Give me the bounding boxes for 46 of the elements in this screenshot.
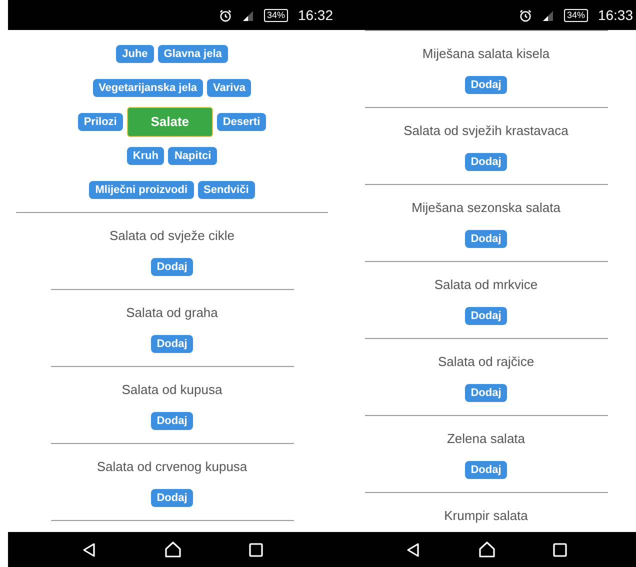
alarm-clock-icon xyxy=(518,8,532,22)
category-tab[interactable]: Glavna jela xyxy=(158,45,228,63)
add-button[interactable]: Dodaj xyxy=(464,384,508,402)
add-button[interactable]: Dodaj xyxy=(464,153,508,171)
back-icon[interactable] xyxy=(81,542,98,558)
dish-name: Salata od svježe cikle xyxy=(109,228,234,244)
signal-icon xyxy=(542,9,554,21)
alarm-clock-icon xyxy=(218,8,232,22)
add-button[interactable]: Dodaj xyxy=(150,335,194,353)
dish-name: Salata od rajčice xyxy=(438,354,534,370)
dish-name: Salata od mrkvice xyxy=(434,277,538,293)
dish-name: Zelena salata xyxy=(446,431,526,447)
category-tab[interactable]: Napitci xyxy=(168,147,218,165)
home-icon[interactable] xyxy=(164,541,182,558)
add-button[interactable]: Dodaj xyxy=(150,412,194,430)
dish-name: Salata od svježih krastavaca xyxy=(404,123,568,139)
category-tab[interactable]: Sendviči xyxy=(198,181,255,199)
category-tab[interactable]: Variva xyxy=(207,79,252,97)
recent-apps-icon[interactable] xyxy=(553,542,568,556)
add-button[interactable]: Dodaj xyxy=(464,307,508,325)
back-icon[interactable] xyxy=(404,542,421,558)
category-tab[interactable]: Salate xyxy=(126,107,213,137)
dish-name: Krumpir salata xyxy=(444,508,528,524)
add-button[interactable]: Dodaj xyxy=(150,258,194,276)
category-tab[interactable]: Prilozi xyxy=(78,113,123,131)
clock-time: 16:32 xyxy=(298,6,333,24)
battery-indicator: 34% xyxy=(564,8,588,22)
add-button[interactable]: Dodaj xyxy=(464,230,508,248)
recent-apps-icon[interactable] xyxy=(248,542,263,556)
battery-indicator: 34% xyxy=(264,8,288,22)
category-tab[interactable]: Vegetarijanska jela xyxy=(92,79,204,97)
home-icon[interactable] xyxy=(478,541,496,558)
dish-name: Salata od graha xyxy=(126,305,218,321)
signal-icon xyxy=(242,9,254,21)
category-tab[interactable]: Kruh xyxy=(126,147,164,165)
category-tab[interactable]: Juhe xyxy=(116,45,154,63)
add-button[interactable]: Dodaj xyxy=(464,461,508,479)
category-tab[interactable]: Mliječni proizvodi xyxy=(89,181,194,199)
add-button[interactable]: Dodaj xyxy=(150,489,194,507)
clock-time: 16:33 xyxy=(598,6,633,24)
add-button[interactable]: Dodaj xyxy=(464,76,508,94)
dish-name: Miješana sezonska salata xyxy=(412,200,560,216)
category-tab[interactable]: Deserti xyxy=(216,113,266,131)
dish-name: Salata od crvenog kupusa xyxy=(96,459,248,475)
dish-name: Salata od kupusa xyxy=(122,382,222,398)
dish-name: Miješana salata kisela xyxy=(422,46,550,62)
